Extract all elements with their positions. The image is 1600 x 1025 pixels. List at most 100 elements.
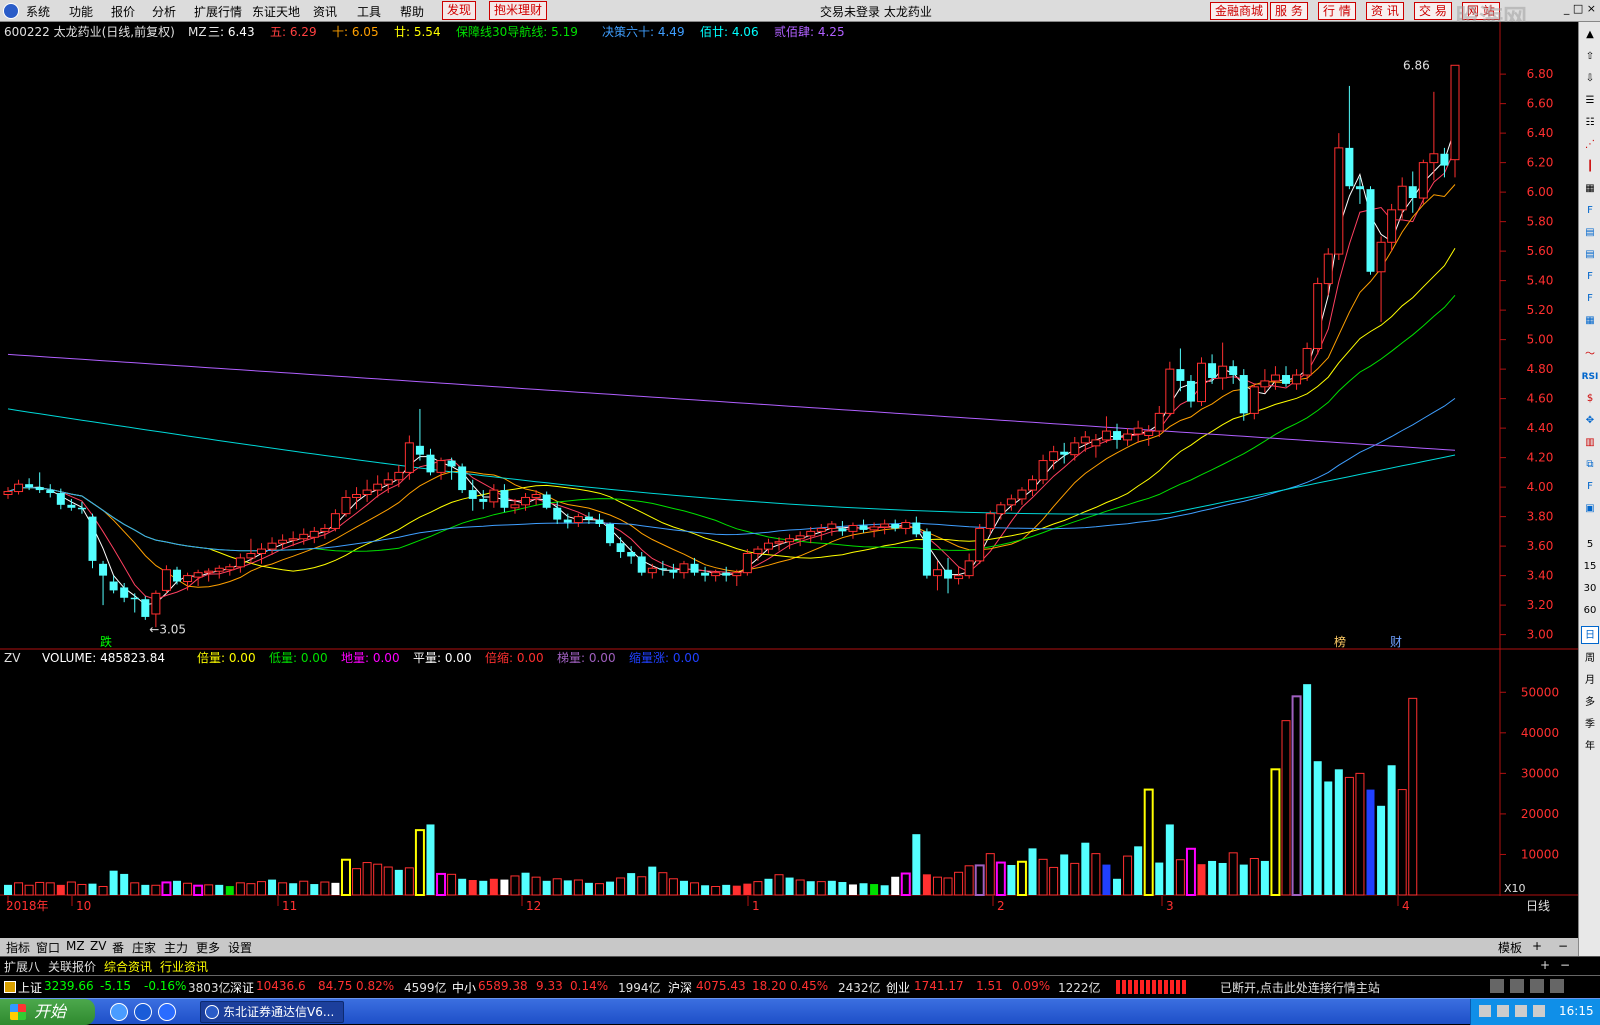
index-pct-cy: 0.09% <box>1012 979 1051 993</box>
menu-item-baomi-finance[interactable]: 抱米理财 <box>489 1 548 20</box>
tab-window[interactable]: 窗口 <box>34 939 62 956</box>
news-button[interactable]: 资 讯 <box>1366 2 1404 20</box>
period-quarter[interactable]: 季 <box>1581 716 1599 734</box>
connection-status-message[interactable]: 已断开,点击此处连接行情主站 <box>1220 979 1380 996</box>
status-icon-4[interactable] <box>1550 979 1564 993</box>
volume-bar <box>1377 805 1386 895</box>
market-button[interactable]: 行 情 <box>1318 2 1356 20</box>
menu-item-function[interactable]: 功能 <box>69 3 93 20</box>
menu-item-quote[interactable]: 报价 <box>111 3 135 20</box>
volume-bar <box>1387 765 1396 895</box>
tab-zv[interactable]: ZV <box>88 939 108 953</box>
toolbar-down-icon[interactable]: ⇩ <box>1581 70 1599 88</box>
zoom-out-button[interactable]: − <box>1556 939 1570 953</box>
template-button[interactable]: 模板 <box>1496 939 1524 956</box>
toolbar-wave-icon[interactable]: 〜 <box>1581 346 1599 364</box>
tray-icon-2[interactable] <box>1497 1005 1509 1017</box>
period-week[interactable]: 周 <box>1581 650 1599 668</box>
period-5min[interactable]: 5 <box>1581 536 1599 554</box>
tab-industry-news[interactable]: 行业资讯 <box>160 958 208 975</box>
period-30min[interactable]: 30 <box>1581 580 1599 598</box>
toolbar-rsi-icon[interactable]: RSI <box>1581 368 1599 386</box>
index-name-cy[interactable]: 创业 <box>886 979 910 996</box>
status-icon-1[interactable] <box>1490 979 1504 993</box>
toolbar-arrow-up-icon[interactable]: ▲ <box>1581 26 1599 44</box>
network-icon[interactable] <box>1533 1005 1545 1017</box>
menu-item-dongzheng[interactable]: 东证天地 <box>252 3 300 20</box>
tab-related-quotes[interactable]: 关联报价 <box>48 958 96 975</box>
tab-banker[interactable]: 庄家 <box>130 939 158 956</box>
toolbar-f10-icon[interactable]: F <box>1581 202 1599 220</box>
tab-general-news[interactable]: 综合资讯 <box>104 958 152 975</box>
menu-item-analysis[interactable]: 分析 <box>152 3 176 20</box>
vol-legend-2: 低量: 0.00 <box>269 651 328 665</box>
index-name-sh[interactable]: 上证 <box>18 979 42 996</box>
index-name-hs[interactable]: 沪深 <box>668 979 692 996</box>
quicklaunch-icon-3[interactable] <box>158 1003 176 1021</box>
menu-item-tools[interactable]: 工具 <box>357 3 381 20</box>
ie-icon[interactable] <box>110 1003 128 1021</box>
trade-button[interactable]: 交 易 <box>1414 2 1452 20</box>
toolbar-list2-icon[interactable]: ☷ <box>1581 114 1599 132</box>
start-button[interactable]: 开始 <box>0 999 95 1025</box>
window-controls[interactable]: _ □ × <box>1564 2 1596 15</box>
toolbar-filter-icon[interactable]: ⧉ <box>1581 456 1599 474</box>
volume-bar <box>891 876 900 895</box>
menu-item-help[interactable]: 帮助 <box>400 3 424 20</box>
indicator-name[interactable]: MZ <box>188 25 207 39</box>
menu-item-system[interactable]: 系统 <box>26 3 50 20</box>
status-icon-2[interactable] <box>1510 979 1524 993</box>
tab-mz[interactable]: MZ <box>64 939 87 953</box>
volume-icon[interactable] <box>1515 1005 1527 1017</box>
tab-fan[interactable]: 番 <box>110 939 126 956</box>
price-tick-label: 5.20 <box>1527 303 1554 317</box>
index-name-zx[interactable]: 中小 <box>452 979 476 996</box>
tray-icon-1[interactable] <box>1479 1005 1491 1017</box>
chart-area[interactable]: 600222 太龙药业(日线,前复权) MZ 三: 6.43 五: 6.29 十: … <box>0 22 1578 938</box>
toolbar-line-chart-icon[interactable]: ⋰ <box>1581 136 1599 154</box>
volume-indicator-name[interactable]: ZV <box>4 651 21 665</box>
quicklaunch-icon-2[interactable] <box>134 1003 152 1021</box>
toolbar-move-icon[interactable]: ✥ <box>1581 412 1599 430</box>
toolbar-list-icon[interactable]: ☰ <box>1581 92 1599 110</box>
toolbar-grid-icon[interactable]: ▦ <box>1581 180 1599 198</box>
price-tick-label: 4.40 <box>1527 421 1554 435</box>
panel-remove-button[interactable]: − <box>1560 958 1570 972</box>
period-month[interactable]: 月 <box>1581 672 1599 690</box>
status-icon-3[interactable] <box>1530 979 1544 993</box>
menu-item-discover[interactable]: 发现 <box>442 1 477 20</box>
toolbar-f-icon[interactable]: F <box>1581 268 1599 286</box>
volume-bar <box>289 883 298 895</box>
tab-settings[interactable]: 设置 <box>226 939 254 956</box>
index-name-sz[interactable]: 深证 <box>230 979 254 996</box>
menu-item-extended-market[interactable]: 扩展行情 <box>194 3 242 20</box>
menu-item-news[interactable]: 资讯 <box>313 3 337 20</box>
tab-main-force[interactable]: 主力 <box>162 939 190 956</box>
toolbar-stats-icon[interactable]: ▥ <box>1581 434 1599 452</box>
tab-more[interactable]: 更多 <box>194 939 222 956</box>
period-day[interactable]: 日 <box>1581 626 1599 644</box>
toolbar-money-icon[interactable]: $ <box>1581 390 1599 408</box>
index-price-cy: 1741.17 <box>914 979 964 993</box>
period-year[interactable]: 年 <box>1581 738 1599 756</box>
vol-legend-4: 平量: 0.00 <box>413 651 472 665</box>
tab-extended-eight[interactable]: 扩展八 <box>4 958 40 975</box>
period-multi[interactable]: 多 <box>1581 694 1599 712</box>
mall-button[interactable]: 金融商城 <box>1210 2 1269 20</box>
panel-add-button[interactable]: + <box>1540 958 1550 972</box>
period-15min[interactable]: 15 <box>1581 558 1599 576</box>
service-button[interactable]: 服 务 <box>1270 2 1308 20</box>
period-60min[interactable]: 60 <box>1581 602 1599 620</box>
toolbar-f2-icon[interactable]: F <box>1581 290 1599 308</box>
taskbar-app-tdx[interactable]: 东北证券通达信V6... <box>200 1001 344 1023</box>
volume-bar <box>627 873 636 895</box>
tab-indicator[interactable]: 指标 <box>4 939 32 956</box>
toolbar-grid2-icon[interactable]: ▦ <box>1581 312 1599 330</box>
zoom-in-button[interactable]: + <box>1530 939 1544 953</box>
toolbar-stack-icon[interactable]: ▣ <box>1581 500 1599 518</box>
toolbar-fs-icon[interactable]: F <box>1581 478 1599 496</box>
toolbar-document-icon[interactable]: ▤ <box>1581 224 1599 242</box>
toolbar-up-icon[interactable]: ⇧ <box>1581 48 1599 66</box>
toolbar-candle-icon[interactable]: ┃ <box>1581 158 1599 176</box>
toolbar-page-icon[interactable]: ▤ <box>1581 246 1599 264</box>
